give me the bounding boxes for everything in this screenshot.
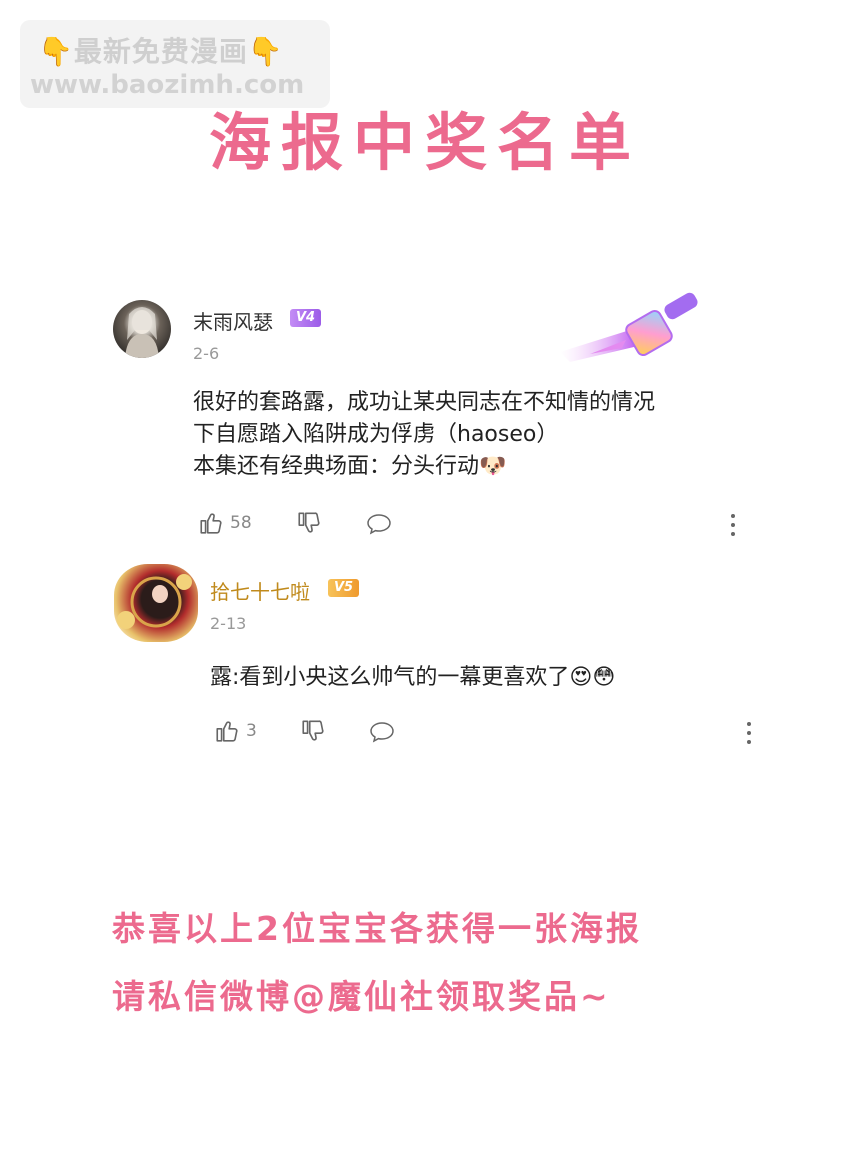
thumbs-up-icon: [216, 721, 238, 742]
reply-button[interactable]: [368, 720, 396, 744]
like-count: 3: [246, 721, 257, 741]
comment-date: 2-6: [193, 344, 220, 363]
avatar-figure-icon: [125, 307, 159, 358]
more-options-icon[interactable]: [747, 722, 751, 749]
face-emoji: 😍😳: [569, 665, 616, 690]
like-button[interactable]: 58: [198, 510, 252, 536]
paintbrush-icon: [560, 292, 698, 362]
avatar[interactable]: [114, 564, 198, 642]
like-button[interactable]: 3: [214, 718, 257, 744]
hand-pointing-down-icon: 👇: [247, 35, 284, 68]
announcement-line: 恭喜以上2位宝宝各获得一张海报: [112, 909, 642, 948]
announcement-line: 请私信微博@魔仙社领取奖品~: [112, 977, 611, 1016]
watermark-text: 👇最新免费漫画👇: [38, 35, 284, 68]
comment-line: 本集还有经典场面：分头行动🐶: [193, 454, 507, 479]
comment-bubble-icon: [367, 514, 391, 535]
thumbs-down-icon: [298, 512, 320, 533]
like-count: 58: [230, 513, 252, 533]
page-title: 海报中奖名单: [208, 106, 641, 179]
comment-line: 很好的套路露，成功让某央同志在不知情的情况: [193, 390, 656, 415]
dislike-button[interactable]: [296, 510, 322, 536]
comment-line: 下自愿踏入陷阱成为俘虏（haoseo）: [193, 422, 559, 447]
reply-button[interactable]: [365, 512, 393, 536]
avatar[interactable]: [113, 300, 171, 358]
comment-date: 2-13: [210, 614, 247, 633]
dog-emoji: 🐶: [479, 454, 507, 479]
comment-item: 末雨风瑟 V4 2-6 很好的套路露，成功让某央同志在不知情的情况 下自愿踏入陷…: [0, 290, 850, 550]
thumbs-down-icon: [302, 720, 324, 741]
comment-bubble-icon: [370, 722, 394, 743]
vip-badge: V4: [290, 309, 322, 327]
vip-badge: V5: [328, 579, 360, 597]
username[interactable]: 末雨风瑟: [193, 306, 273, 335]
more-options-icon[interactable]: [731, 514, 735, 541]
comment-text: 很好的套路露，成功让某央同志在不知情的情况 下自愿踏入陷阱成为俘虏（haoseo…: [193, 387, 655, 483]
dislike-button[interactable]: [300, 718, 326, 744]
thumbs-up-icon: [200, 513, 222, 534]
avatar-decoration-icon: [117, 574, 192, 629]
comment-item: 拾七十七啦 V5 2-13 露:看到小央这么帅气的一幕更喜欢了😍😳 3: [0, 560, 850, 760]
username[interactable]: 拾七十七啦: [210, 576, 310, 605]
comment-line: 露:看到小央这么帅气的一幕更喜欢了: [210, 665, 570, 690]
hand-pointing-down-icon: 👇: [38, 35, 74, 68]
comment-text: 露:看到小央这么帅气的一幕更喜欢了😍😳: [210, 662, 615, 694]
